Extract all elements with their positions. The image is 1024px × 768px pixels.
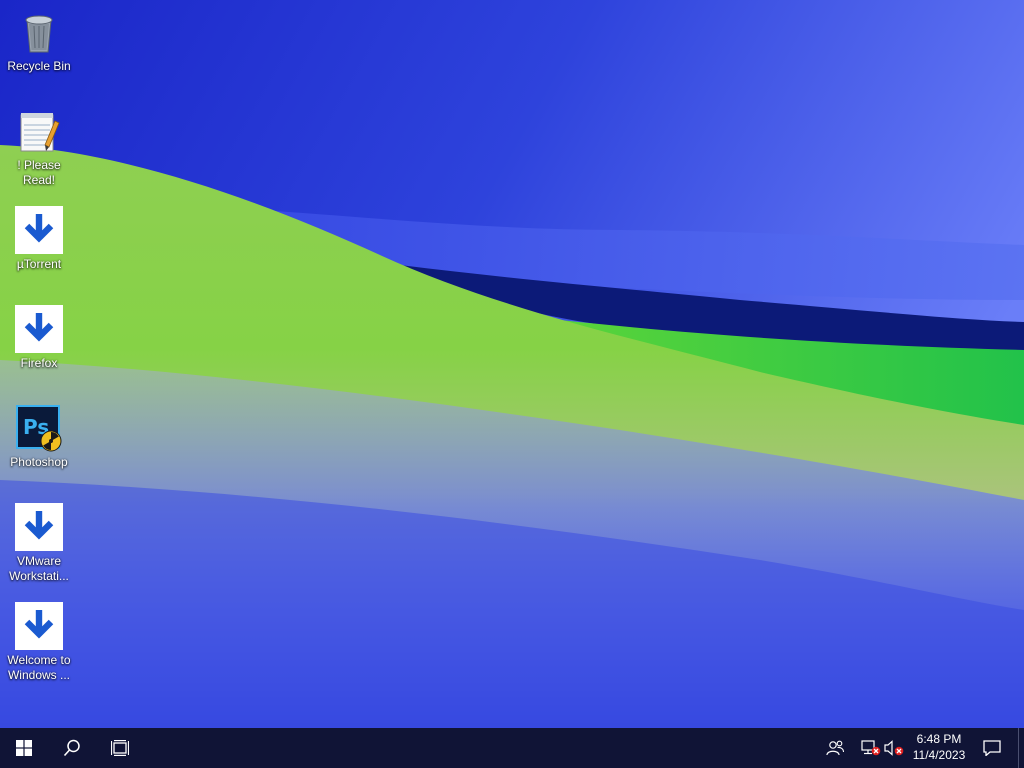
clock-time: 6:48 PM	[916, 732, 962, 746]
clock-date: 11/4/2023	[912, 748, 966, 762]
task-view-button[interactable]	[96, 728, 144, 768]
desktop-icon-label: VMware Workstati...	[9, 554, 69, 583]
apple-icon	[15, 602, 63, 650]
desktop-icon-firefox[interactable]: Firefox	[2, 301, 76, 391]
desktop-icon-label: ! Please Read!	[17, 158, 61, 187]
desktop-icon-label: Welcome to Windows ...	[7, 653, 71, 682]
desktop-icon-recycle-bin[interactable]: Recycle Bin	[2, 4, 76, 94]
desktop-icon-label: Recycle Bin	[7, 59, 71, 73]
desktop-icon-utorrent[interactable]: µTorrent	[2, 202, 76, 292]
desktop-icon-welcome-to-windows[interactable]: Welcome to Windows ...	[2, 598, 76, 688]
desktop-icon-label: Photoshop	[10, 455, 68, 469]
vmware-icon	[15, 503, 63, 551]
desktop-icon-label: Firefox	[20, 356, 58, 370]
wallpaper	[0, 0, 1024, 728]
show-desktop-button[interactable]	[1018, 728, 1024, 768]
people-icon	[826, 740, 844, 756]
search-button[interactable]	[48, 728, 96, 768]
task-view-icon	[111, 740, 129, 756]
firefox-icon	[15, 305, 63, 353]
desktop-icon-label: µTorrent	[16, 257, 62, 271]
people-button[interactable]	[822, 728, 848, 768]
start-button[interactable]	[0, 728, 48, 768]
desktop[interactable]: Recycle Bin ! Please Read! µTorrent Fire…	[0, 0, 1024, 728]
search-icon	[63, 739, 80, 757]
utorrent-icon	[15, 206, 63, 254]
shortcut-arrow-icon	[15, 602, 63, 650]
recycle-bin-icon	[15, 8, 63, 56]
shortcut-arrow-icon	[15, 206, 63, 254]
desktop-icon-vmware-workstation[interactable]: VMware Workstati...	[2, 499, 76, 589]
volume-button[interactable]	[882, 728, 906, 768]
shortcut-arrow-icon	[15, 305, 63, 353]
desktop-icon-photoshop[interactable]: Ps Photoshop	[2, 400, 76, 490]
desktop-icon-please-read[interactable]: ! Please Read!	[2, 103, 76, 193]
notepad-icon	[15, 107, 63, 155]
network-button[interactable]	[858, 728, 884, 768]
photoshop-icon: Ps	[15, 404, 63, 452]
action-center-icon	[983, 740, 1001, 756]
network-disconnected-icon	[861, 740, 881, 756]
windows-logo-icon	[16, 740, 32, 756]
action-center-button[interactable]	[976, 728, 1008, 768]
shortcut-arrow-icon	[15, 503, 63, 551]
volume-muted-icon	[884, 740, 904, 756]
clock[interactable]: 6:48 PM 11/4/2023	[904, 731, 974, 765]
taskbar: 6:48 PM 11/4/2023	[0, 728, 1024, 768]
